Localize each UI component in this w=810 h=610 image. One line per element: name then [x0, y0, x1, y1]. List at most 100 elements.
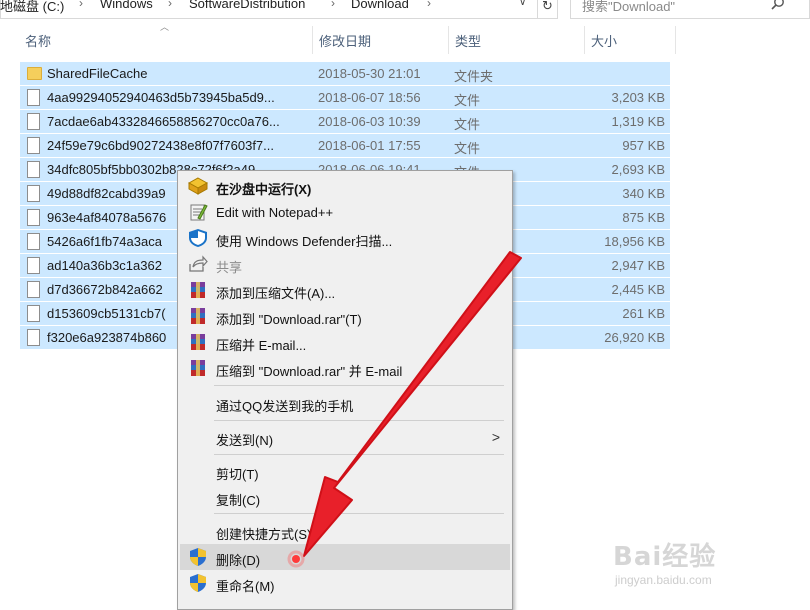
breadcrumb-separator-icon[interactable]: › — [427, 0, 431, 10]
sandbox-icon — [188, 177, 208, 195]
menu-item-label: 剪切(T) — [216, 467, 259, 482]
breadcrumb-windows[interactable]: Windows — [100, 0, 153, 11]
winrar-icon — [191, 282, 205, 298]
menu-item-share[interactable]: 共享 — [178, 251, 512, 277]
file-size: 2,947 KB — [611, 258, 666, 273]
winrar-icon — [191, 360, 205, 376]
file-name: 963e4af84078a5676 — [47, 210, 167, 225]
breadcrumb-drive[interactable]: 本地磁盘 (C:) — [0, 0, 64, 15]
file-size: 3,203 KB — [611, 90, 666, 105]
file-icon — [27, 281, 40, 298]
menu-separator — [214, 385, 504, 386]
file-icon — [27, 329, 40, 346]
file-row[interactable]: 7acdae6ab4332846658856270cc0a76... 2018-… — [20, 110, 670, 133]
file-type: 文件 — [454, 117, 481, 132]
menu-item-rename[interactable]: 重命名(M) — [178, 570, 512, 596]
menu-item-run-sandboxed[interactable]: 在沙盘中运行(X) — [178, 173, 512, 199]
column-header-type[interactable]: 类型 — [455, 31, 481, 50]
menu-item-add-to-archive[interactable]: 添加到压缩文件(A)... — [178, 277, 512, 303]
menu-item-label: 压缩并 E-mail... — [216, 338, 307, 353]
search-box[interactable]: 搜索"Download" — [570, 0, 810, 19]
file-row[interactable]: 24f59e79c6bd90272438e8f07f7603f7... 2018… — [20, 134, 670, 157]
file-icon — [27, 185, 40, 202]
file-size: 18,956 KB — [604, 234, 665, 249]
file-row[interactable]: SharedFileCache 2018-05-30 21:01 文件夹 — [20, 62, 670, 85]
menu-item-delete[interactable]: 删除(D) — [180, 544, 510, 570]
file-name: SharedFileCache — [47, 66, 148, 81]
menu-item-create-shortcut[interactable]: 创建快捷方式(S) — [178, 518, 512, 544]
file-date: 2018-06-01 17:55 — [318, 138, 421, 153]
menu-item-copy[interactable]: 复制(C) — [178, 484, 512, 510]
file-name: 4aa99294052940463d5b73945ba5d9... — [47, 90, 275, 105]
breadcrumb-separator-icon[interactable]: › — [331, 0, 335, 10]
file-row[interactable]: 4aa99294052940463d5b73945ba5d9... 2018-0… — [20, 86, 670, 109]
breadcrumb-separator-icon[interactable]: › — [79, 0, 83, 10]
file-icon — [27, 257, 40, 274]
sort-ascending-icon: ︿ — [160, 22, 170, 32]
column-divider[interactable] — [675, 26, 676, 54]
refresh-icon[interactable]: ↻ — [538, 0, 558, 19]
menu-separator — [214, 454, 504, 455]
menu-item-label: 通过QQ发送到我的手机 — [216, 399, 354, 414]
folder-icon — [27, 67, 42, 80]
breadcrumb-separator-icon[interactable]: › — [168, 0, 172, 10]
baidu-watermark: Bai经验 jingyan.baidu.com — [613, 536, 717, 587]
menu-item-label: 使用 Windows Defender扫描... — [216, 234, 393, 249]
column-divider[interactable] — [448, 26, 449, 54]
breadcrumb-download[interactable]: Download — [351, 0, 409, 11]
file-size: 1,319 KB — [611, 114, 666, 129]
file-name: 24f59e79c6bd90272438e8f07f7603f7... — [47, 138, 274, 153]
menu-item-defender-scan[interactable]: 使用 Windows Defender扫描... — [178, 225, 512, 251]
menu-item-label: Edit with Notepad++ — [216, 205, 334, 220]
file-type: 文件夹 — [454, 69, 494, 84]
file-name: f320e6a923874b860 — [47, 330, 167, 345]
menu-item-compress-email[interactable]: 压缩并 E-mail... — [178, 329, 512, 355]
menu-separator — [214, 513, 504, 514]
menu-separator — [214, 420, 504, 421]
file-size: 340 KB — [622, 186, 665, 201]
file-size: 875 KB — [622, 210, 665, 225]
menu-item-send-via-qq[interactable]: 通过QQ发送到我的手机 — [178, 390, 512, 416]
column-divider[interactable] — [584, 26, 585, 54]
watermark-url: jingyan.baidu.com — [615, 573, 712, 587]
uac-shield-icon — [190, 574, 206, 592]
file-icon — [27, 233, 40, 250]
file-icon — [27, 305, 40, 322]
menu-item-label: 重命名(M) — [216, 579, 275, 594]
column-divider[interactable] — [312, 26, 313, 54]
file-name: ad140a36b3c1a362 — [47, 258, 162, 273]
winrar-icon — [191, 334, 205, 350]
column-header-date[interactable]: 修改日期 — [319, 31, 371, 50]
file-name: d7d36672b842a662 — [47, 282, 163, 297]
menu-item-edit-notepad[interactable]: Edit with Notepad++ — [178, 199, 512, 225]
menu-item-compress-to-rar-email[interactable]: 压缩到 "Download.rar" 并 E-mail — [178, 355, 512, 381]
menu-item-cut[interactable]: 剪切(T) — [178, 458, 512, 484]
watermark-logo-text: Bai经验 — [613, 542, 717, 572]
file-name: 7acdae6ab4332846658856270cc0a76... — [47, 114, 280, 129]
address-dropdown-icon[interactable]: ∨ — [519, 0, 526, 8]
file-icon — [27, 113, 40, 130]
breadcrumb-softwaredistribution[interactable]: SoftwareDistribution — [189, 0, 305, 11]
menu-item-add-to-download-rar[interactable]: 添加到 "Download.rar"(T) — [178, 303, 512, 329]
menu-item-label: 添加到压缩文件(A)... — [216, 286, 336, 301]
winrar-icon — [191, 308, 205, 324]
file-size: 261 KB — [622, 306, 665, 321]
menu-item-label: 复制(C) — [216, 493, 261, 508]
column-header-name[interactable]: 名称 — [25, 31, 51, 50]
menu-item-label: 添加到 "Download.rar"(T) — [216, 312, 362, 327]
file-size: 957 KB — [622, 138, 665, 153]
uac-shield-icon — [190, 548, 206, 566]
search-icon[interactable] — [771, 0, 785, 11]
column-header-size[interactable]: 大小 — [591, 31, 617, 50]
file-name: d153609cb5131cb7( — [47, 306, 166, 321]
menu-item-label: 共享 — [216, 260, 243, 275]
menu-item-send-to[interactable]: 发送到(N) > — [178, 424, 512, 450]
context-menu: 在沙盘中运行(X) Edit with Notepad++ 使用 Windows… — [177, 170, 513, 610]
menu-item-label: 压缩到 "Download.rar" 并 E-mail — [216, 364, 403, 379]
file-type: 文件 — [454, 141, 481, 156]
file-size: 26,920 KB — [604, 330, 665, 345]
search-input[interactable]: 搜索"Download" — [582, 0, 675, 15]
address-bar[interactable]: 本地磁盘 (C:) › Windows › SoftwareDistributi… — [0, 0, 538, 19]
menu-item-label: 删除(D) — [216, 553, 261, 568]
file-icon — [27, 137, 40, 154]
